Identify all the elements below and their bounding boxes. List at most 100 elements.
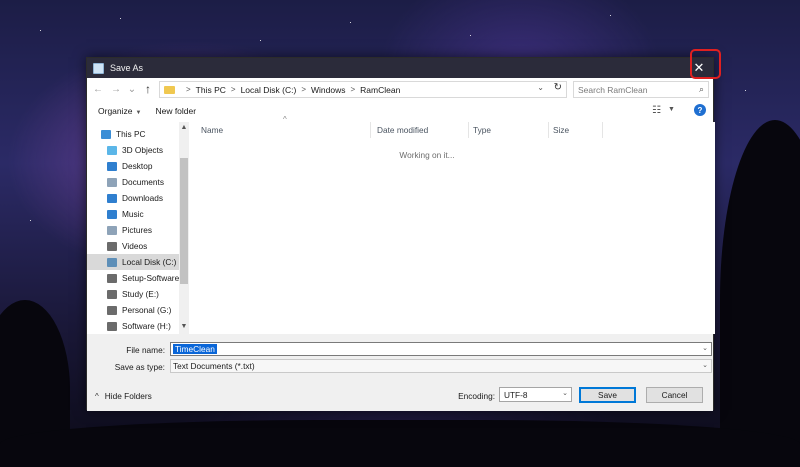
nav-item-label: Local Disk (C:) (122, 257, 177, 267)
downloads-icon (107, 193, 117, 203)
nav-item-label: This PC (116, 129, 146, 139)
close-button-highlight (690, 49, 721, 79)
local-disk-icon (107, 257, 117, 267)
ground-silhouette (0, 420, 800, 467)
address-bar[interactable]: > This PC > Local Disk (C:) > Windows > … (159, 81, 567, 98)
nav-item[interactable]: This PC (87, 126, 179, 142)
nav-item-label: Downloads (122, 193, 164, 203)
recent-locations-icon[interactable]: ⌄ (125, 84, 139, 95)
nav-item-label: Pictures (122, 225, 152, 235)
file-name-dropdown-icon[interactable]: ⌄ (702, 344, 708, 352)
nav-item-label: Setup-Software ( (122, 273, 179, 283)
breadcrumb-this-pc[interactable]: This PC (196, 85, 226, 95)
scroll-up-icon[interactable]: ▲ (179, 124, 189, 131)
address-dropdown-icon[interactable]: ⌄ (537, 83, 544, 92)
chevron-up-icon: ^ (95, 391, 99, 401)
star (350, 22, 351, 23)
scroll-down-icon[interactable]: ▼ (179, 323, 189, 330)
view-options-icon[interactable]: ☷ (652, 105, 661, 116)
nav-item[interactable]: Downloads (87, 190, 179, 206)
desktop-icon (107, 161, 117, 171)
file-name-label: File name: (126, 345, 165, 355)
folder-icon (164, 85, 175, 94)
save-type-dropdown-icon[interactable]: ⌄ (702, 361, 708, 369)
drive-icon (107, 321, 117, 331)
nav-scrollbar[interactable]: ▲ ▼ (179, 122, 189, 334)
column-header-type[interactable]: Type (469, 122, 549, 138)
nav-item[interactable]: Desktop (87, 158, 179, 174)
scrollbar-thumb[interactable] (180, 158, 188, 284)
breadcrumb-separator: > (230, 85, 236, 94)
nav-item[interactable]: Personal (G:) (87, 302, 179, 318)
file-name-input[interactable]: TimeClean ⌄ (170, 342, 712, 356)
notepad-icon (93, 62, 104, 74)
nav-item[interactable]: Music (87, 206, 179, 222)
organize-button[interactable]: Organize ▼ (98, 106, 141, 116)
refresh-icon[interactable]: ↻ (554, 82, 562, 93)
breadcrumb-separator: > (301, 85, 306, 94)
star (120, 18, 121, 19)
tree-silhouette (720, 120, 800, 467)
drive-icon (107, 289, 117, 299)
search-placeholder: Search RamClean (578, 84, 648, 95)
nav-item-label: Music (122, 209, 144, 219)
encoding-select[interactable]: UTF-8 ⌄ (499, 387, 572, 402)
address-row: ← → ⌄ ↑ > This PC > Local Disk (C:) > Wi… (87, 78, 713, 100)
nav-item[interactable]: Setup-Software ( (87, 270, 179, 286)
breadcrumb-local-disk[interactable]: Local Disk (C:) (241, 85, 297, 95)
star (260, 40, 261, 41)
window-title: Save As (110, 63, 144, 73)
save-type-value: Text Documents (*.txt) (173, 361, 255, 371)
nav-item-label: Documents (122, 177, 164, 187)
breadcrumb-ramclean[interactable]: RamClean (360, 85, 400, 95)
column-header-size[interactable]: Size (549, 122, 603, 138)
nav-item[interactable]: Videos (87, 238, 179, 254)
nav-item-label: Desktop (122, 161, 153, 171)
documents-icon (107, 177, 117, 187)
breadcrumb-separator: > (350, 85, 356, 94)
new-folder-button[interactable]: New folder (155, 106, 196, 116)
toolbar: Organize ▼ New folder ☷ ▼ ? (87, 100, 713, 122)
breadcrumb-windows[interactable]: Windows (311, 85, 345, 95)
star (30, 220, 31, 221)
loading-status-text: Working on it... (399, 150, 455, 160)
help-icon[interactable]: ? (694, 104, 706, 116)
title-bar: Save As ✕ (87, 58, 713, 78)
videos-icon (107, 241, 117, 251)
star (40, 30, 41, 31)
nav-item[interactable]: 3D Objects (87, 142, 179, 158)
save-as-dialog: Save As ✕ ← → ⌄ ↑ > This PC > Local Disk… (86, 57, 715, 411)
encoding-value: UTF-8 (504, 389, 528, 400)
save-button[interactable]: Save (579, 387, 636, 403)
search-input[interactable]: Search RamClean ⌕ (573, 81, 709, 98)
star (470, 35, 471, 36)
nav-item-label: 3D Objects (122, 145, 164, 155)
this-pc-icon (101, 129, 111, 139)
nav-item[interactable]: Study (E:) (87, 286, 179, 302)
up-arrow-icon[interactable]: ↑ (141, 82, 155, 96)
search-icon[interactable]: ⌕ (699, 84, 704, 95)
nav-item-label: Personal (G:) (122, 305, 172, 315)
star (610, 15, 611, 16)
save-type-label: Save as type: (114, 362, 165, 372)
pictures-icon (107, 225, 117, 235)
drive-icon (107, 305, 117, 315)
encoding-dropdown-icon[interactable]: ⌄ (562, 389, 568, 397)
column-header-date-modified[interactable]: Date modified (373, 122, 469, 138)
column-header-name[interactable]: Name (197, 122, 371, 138)
nav-item[interactable]: Documents (87, 174, 179, 190)
file-list-pane: ^ Name Date modified Type Size Working o… (191, 115, 715, 334)
cancel-button[interactable]: Cancel (646, 387, 703, 403)
save-type-select[interactable]: Text Documents (*.txt) ⌄ (170, 359, 712, 373)
nav-item[interactable]: Pictures (87, 222, 179, 238)
view-dropdown-icon[interactable]: ▼ (668, 106, 675, 113)
caret-down-icon: ▼ (135, 110, 142, 116)
save-options-panel: File name: TimeClean ⌄ Save as type: Tex… (87, 334, 713, 411)
breadcrumb-separator: > (186, 85, 191, 94)
back-arrow-icon[interactable]: ← (91, 84, 105, 95)
forward-arrow-icon[interactable]: → (109, 84, 123, 95)
hide-folders-button[interactable]: ^ Hide Folders (95, 391, 152, 401)
organize-label: Organize (98, 106, 133, 116)
nav-item[interactable]: Software (H:) (87, 318, 179, 334)
nav-item[interactable]: Local Disk (C:) (87, 254, 179, 270)
